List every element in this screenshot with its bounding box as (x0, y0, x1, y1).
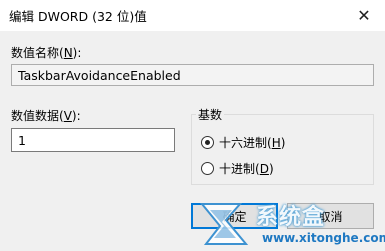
base-group-title: 基数 (196, 106, 225, 123)
value-data-text: 1 (18, 132, 26, 148)
value-name-label-prefix: 数值名称( (11, 46, 64, 60)
value-data-label-suffix: ): (71, 109, 81, 123)
close-icon[interactable]: ✕ (349, 0, 379, 31)
ok-button[interactable]: 确定 (191, 203, 278, 229)
value-name-text: TaskbarAvoidanceEnabled (18, 67, 181, 83)
radio-hexadecimal[interactable]: 十六进制(H) (201, 134, 285, 151)
radio-dec-label-suffix: ) (268, 161, 274, 176)
title-bar: 编辑 DWORD (32 位)值 ✕ (0, 0, 385, 31)
radio-hex-label-prefix: 十六进制( (219, 136, 272, 150)
dialog-body: 数值名称(N): TaskbarAvoidanceEnabled 数值数据(V)… (0, 31, 385, 251)
radio-dec-label-prefix: 十进制( (219, 162, 260, 176)
radio-dec-accesskey: D (259, 161, 269, 176)
radio-decimal[interactable]: 十进制(D) (201, 160, 274, 177)
radio-hex-accesskey: H (271, 135, 281, 150)
window-title: 编辑 DWORD (32 位)值 (9, 9, 147, 24)
radio-hex-indicator[interactable] (201, 136, 214, 149)
value-name-label-suffix: ): (72, 46, 82, 60)
value-name-label: 数值名称(N): (11, 44, 81, 61)
value-name-field[interactable]: TaskbarAvoidanceEnabled (11, 64, 374, 86)
value-data-label: 数值数据(V): (11, 107, 81, 124)
value-data-label-prefix: 数值数据( (11, 109, 64, 123)
radio-hex-label-suffix: ) (280, 135, 286, 150)
cancel-button[interactable]: 取消 (287, 203, 374, 229)
value-data-accesskey: V (63, 109, 72, 123)
value-name-accesskey: N (63, 46, 73, 60)
value-data-input[interactable]: 1 (11, 128, 175, 152)
radio-dec-indicator[interactable] (201, 162, 214, 175)
